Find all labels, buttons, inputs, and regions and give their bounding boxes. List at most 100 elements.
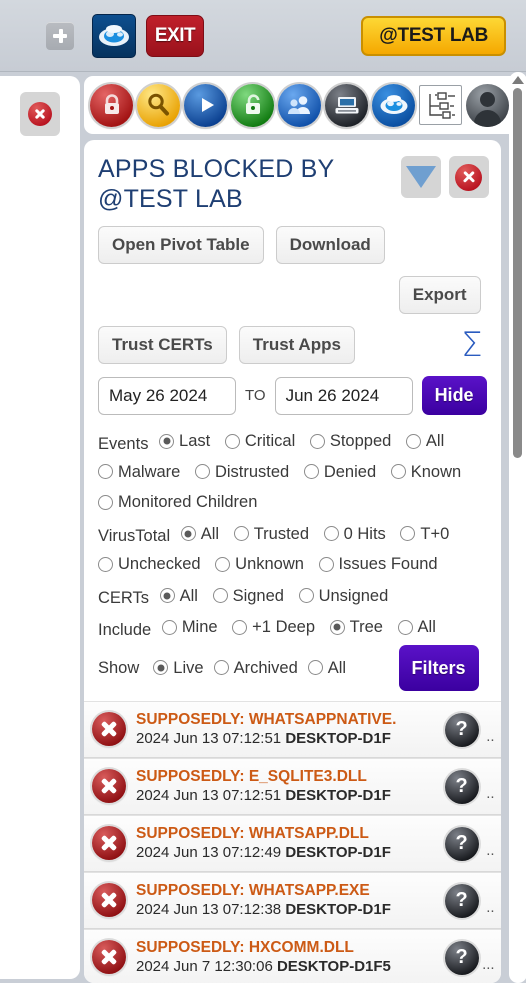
radio-label: Archived — [233, 658, 298, 677]
radio-option-virustotal-unknown[interactable]: Unknown — [215, 550, 304, 578]
lock-red-icon[interactable] — [90, 83, 133, 127]
radio-option-events-monitored-children[interactable]: Monitored Children — [98, 488, 257, 516]
radio-option-virustotal-issues-found[interactable]: Issues Found — [318, 550, 438, 578]
radio-label: Monitored Children — [118, 493, 258, 511]
row-overflow-label[interactable]: ... — [482, 956, 495, 973]
radio-label: Stopped — [329, 432, 392, 450]
radio-option-events-malware[interactable]: Malware — [98, 458, 180, 486]
cloud-eye-icon[interactable] — [372, 83, 415, 127]
filters-button[interactable]: Filters — [398, 644, 479, 691]
help-icon[interactable]: ? — [444, 826, 479, 861]
sidebar-close-button[interactable] — [20, 92, 60, 136]
radio-option-events-last[interactable]: Last — [159, 427, 210, 455]
users-icon[interactable] — [278, 83, 321, 127]
radio-option-virustotal-unchecked[interactable]: Unchecked — [98, 550, 201, 578]
radio-label: Last — [179, 432, 211, 450]
date-to-input[interactable]: Jun 26 2024 — [274, 376, 413, 415]
radio-icon — [390, 464, 406, 479]
radio-option-include-all[interactable]: All — [397, 613, 436, 641]
row-overflow-label[interactable]: .. — [486, 899, 494, 916]
radio-label: Critical — [244, 432, 296, 450]
download-button[interactable]: Download — [275, 226, 385, 264]
radio-option-certs-unsigned[interactable]: Unsigned — [298, 582, 388, 610]
radio-option-show-live[interactable]: Live — [153, 654, 204, 682]
radio-icon — [224, 433, 240, 449]
radio-icon — [98, 556, 113, 572]
radio-option-virustotal-t0[interactable]: T+0 — [400, 520, 449, 548]
blocked-icon — [92, 769, 126, 803]
computer-icon[interactable] — [325, 83, 368, 127]
play-icon[interactable] — [184, 83, 227, 127]
radio-option-events-denied[interactable]: Denied — [303, 458, 376, 486]
cloud-eye-glyph-icon — [380, 95, 407, 114]
blocked-icon — [92, 712, 126, 746]
radio-icon — [318, 556, 334, 572]
row-overflow-label[interactable]: .. — [486, 728, 494, 745]
avatar-icon[interactable] — [466, 83, 509, 127]
row-overflow-label[interactable]: .. — [486, 785, 494, 802]
unlock-green-icon[interactable] — [231, 83, 274, 127]
table-row[interactable]: SUPPOSEDLY: WHATSAPP.EXE 2024 Jun 13 07:… — [84, 871, 501, 929]
radio-option-events-stopped[interactable]: Stopped — [309, 427, 392, 455]
row-timestamp: 2024 Jun 7 12:30:06 — [136, 958, 273, 975]
help-icon[interactable]: ? — [444, 940, 479, 975]
radio-option-certs-signed[interactable]: Signed — [212, 582, 284, 610]
radio-option-events-known[interactable]: Known — [390, 458, 461, 486]
vertical-scrollbar[interactable] — [508, 72, 526, 983]
filter-group-certs: CERTs All Signed Unsigned — [98, 582, 487, 613]
flowchart-icon[interactable] — [419, 85, 462, 125]
row-text: SUPPOSEDLY: WHATSAPPNATIVE. 2024 Jun 13 … — [136, 710, 495, 748]
add-button[interactable] — [46, 21, 74, 50]
radio-option-virustotal-0-hits[interactable]: 0 Hits — [323, 520, 386, 548]
radio-option-events-critical[interactable]: Critical — [224, 427, 296, 455]
panel-close-button[interactable] — [448, 156, 489, 198]
radio-option-events-all[interactable]: All — [405, 427, 444, 455]
radio-option-certs-all[interactable]: All — [159, 582, 198, 610]
help-icon[interactable]: ? — [444, 712, 479, 747]
table-row[interactable]: SUPPOSEDLY: WHATSAPPNATIVE. 2024 Jun 13 … — [84, 700, 501, 758]
blocked-icon — [92, 883, 126, 917]
export-row: Export — [98, 276, 487, 314]
table-row[interactable]: SUPPOSEDLY: WHATSAPP.DLL 2024 Jun 13 07:… — [84, 814, 501, 872]
radio-option-events-distrusted[interactable]: Distrusted — [194, 458, 289, 486]
export-button[interactable]: Export — [398, 276, 481, 314]
radio-option-virustotal-all[interactable]: All — [180, 520, 219, 548]
row-text: SUPPOSEDLY: HXCOMM.DLL 2024 Jun 7 12:30:… — [136, 938, 495, 976]
magnifier-icon[interactable] — [137, 83, 180, 127]
cloud-logo-icon — [99, 24, 129, 46]
trust-apps-button[interactable]: Trust Apps — [238, 326, 355, 364]
flowchart-glyph-icon — [428, 92, 455, 119]
scroll-up-arrow-icon[interactable] — [511, 76, 524, 84]
radio-option-include-tree[interactable]: Tree — [329, 613, 383, 641]
radio-icon — [233, 526, 249, 541]
table-row[interactable]: SUPPOSEDLY: E_SQLITE3.DLL 2024 Jun 13 07… — [84, 757, 501, 815]
row-title: SUPPOSEDLY: E_SQLITE3.DLL — [136, 768, 367, 785]
radio-option-show-all[interactable]: All — [307, 654, 346, 682]
radio-label: Live — [173, 658, 204, 677]
trust-certs-button[interactable]: Trust CERTs — [98, 326, 227, 364]
test-lab-button[interactable]: @TEST LAB — [361, 15, 506, 56]
radio-option-virustotal-trusted[interactable]: Trusted — [233, 520, 309, 548]
row-overflow-label[interactable]: .. — [486, 842, 494, 859]
blocked-icon — [92, 826, 126, 860]
help-icon[interactable]: ? — [444, 883, 479, 918]
hide-button[interactable]: Hide — [421, 376, 487, 415]
radio-option-include-mine[interactable]: Mine — [161, 613, 218, 641]
cloud-logo-button[interactable] — [92, 13, 136, 58]
blocked-icon — [92, 940, 126, 974]
date-from-input[interactable]: May 26 2024 — [98, 376, 236, 415]
radio-label: Unchecked — [118, 555, 201, 573]
row-title: SUPPOSEDLY: WHATSAPP.EXE — [136, 882, 370, 899]
radio-icon — [309, 433, 325, 449]
scrollbar-thumb[interactable] — [513, 88, 523, 458]
open-pivot-table-button[interactable]: Open Pivot Table — [98, 226, 264, 264]
radio-option-show-archived[interactable]: Archived — [213, 654, 298, 682]
filter-group-include: Include Mine +1 Deep Tree All — [98, 613, 487, 644]
exit-button[interactable]: EXIT — [146, 14, 204, 57]
table-row[interactable]: SUPPOSEDLY: HXCOMM.DLL 2024 Jun 7 12:30:… — [84, 928, 501, 983]
radio-label: Mine — [181, 618, 218, 636]
sigma-icon[interactable]: Σ — [461, 328, 482, 362]
help-icon[interactable]: ? — [444, 769, 479, 804]
radio-option-include-plus1-deep[interactable]: +1 Deep — [232, 613, 315, 641]
collapse-button[interactable] — [400, 156, 441, 198]
